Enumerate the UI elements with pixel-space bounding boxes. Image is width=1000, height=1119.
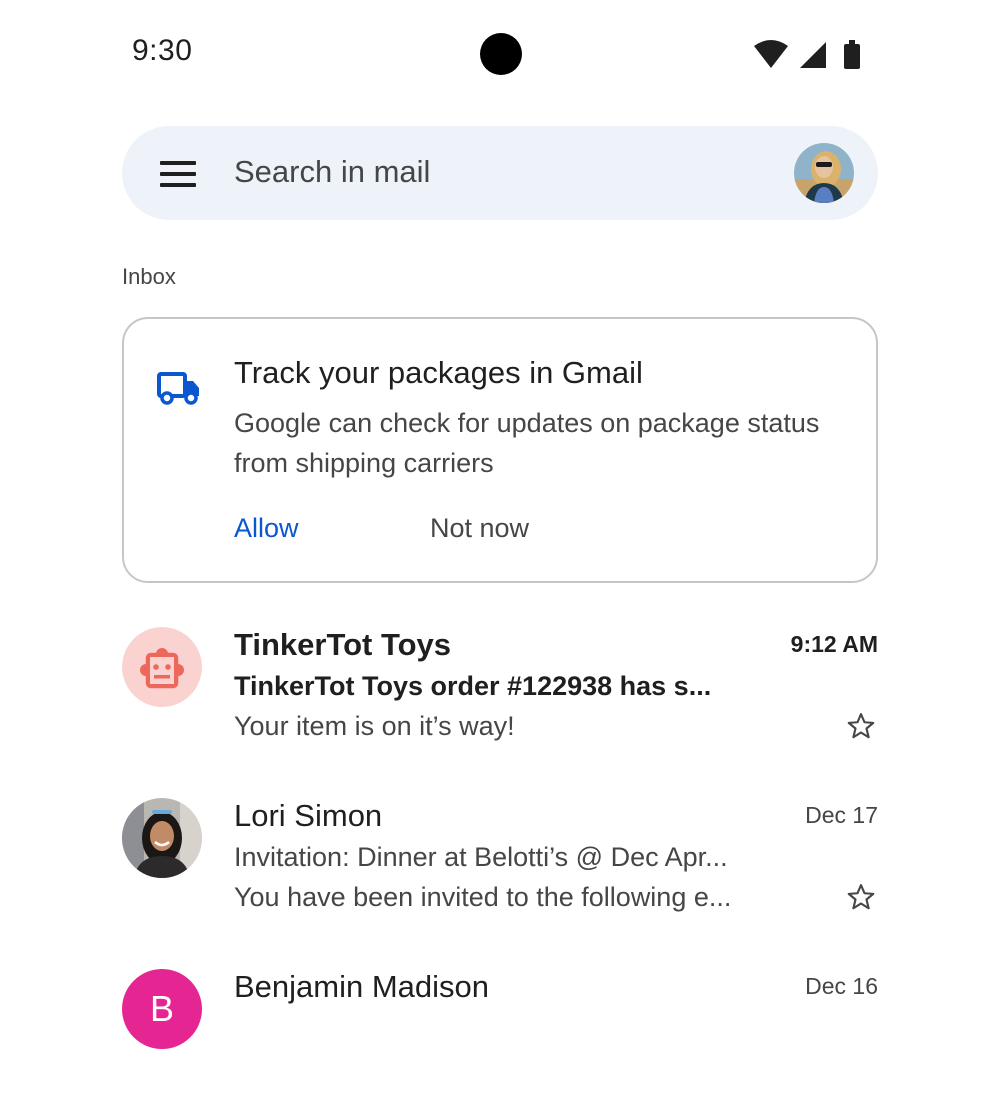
- search-input[interactable]: Search in mail: [234, 154, 430, 190]
- search-bar[interactable]: Search in mail: [122, 126, 878, 220]
- email-snippet: You have been invited to the following e…: [234, 882, 732, 912]
- package-tracking-card: Track your packages in Gmail Google can …: [122, 317, 878, 583]
- sender-avatar[interactable]: [122, 798, 202, 878]
- star-icon[interactable]: [846, 882, 876, 912]
- account-avatar[interactable]: [794, 143, 854, 203]
- email-subject: TinkerTot Toys order #122938 has s...: [234, 671, 712, 701]
- sender-name: Lori Simon: [234, 798, 383, 833]
- email-date: Dec 16: [805, 973, 878, 999]
- truck-icon: [157, 372, 199, 405]
- allow-button[interactable]: Allow: [234, 513, 299, 544]
- email-list-item[interactable]: B Benjamin Madison Dec 16: [122, 969, 878, 1119]
- battery-icon: [844, 40, 860, 69]
- email-date: Dec 17: [805, 802, 878, 828]
- status-time: 9:30: [132, 34, 193, 67]
- email-snippet: Your item is on it’s way!: [234, 711, 515, 741]
- sender-avatar[interactable]: B: [122, 969, 202, 1049]
- sender-name: TinkerTot Toys: [234, 627, 452, 662]
- promo-body: Google can check for updates on package …: [234, 408, 820, 478]
- hamburger-menu-icon[interactable]: [160, 161, 196, 187]
- status-icons: [754, 40, 860, 69]
- photo-avatar: [122, 798, 202, 878]
- robot-icon: [122, 627, 202, 707]
- inbox-label: Inbox: [122, 264, 176, 289]
- status-bar: 9:30: [0, 0, 1000, 110]
- star-icon[interactable]: [846, 711, 876, 741]
- cellular-signal-icon: [800, 42, 826, 68]
- sender-avatar[interactable]: [122, 627, 202, 707]
- email-list-item[interactable]: Lori Simon Dec 17 Invitation: Dinner at …: [122, 798, 878, 948]
- camera-cutout: [480, 33, 522, 75]
- email-list-item[interactable]: TinkerTot Toys 9:12 AM TinkerTot Toys or…: [122, 627, 878, 777]
- promo-title: Track your packages in Gmail: [234, 355, 643, 390]
- email-date: 9:12 AM: [790, 631, 878, 657]
- not-now-button[interactable]: Not now: [430, 513, 529, 544]
- email-subject: Invitation: Dinner at Belotti’s @ Dec Ap…: [234, 842, 728, 872]
- wifi-icon: [754, 40, 788, 68]
